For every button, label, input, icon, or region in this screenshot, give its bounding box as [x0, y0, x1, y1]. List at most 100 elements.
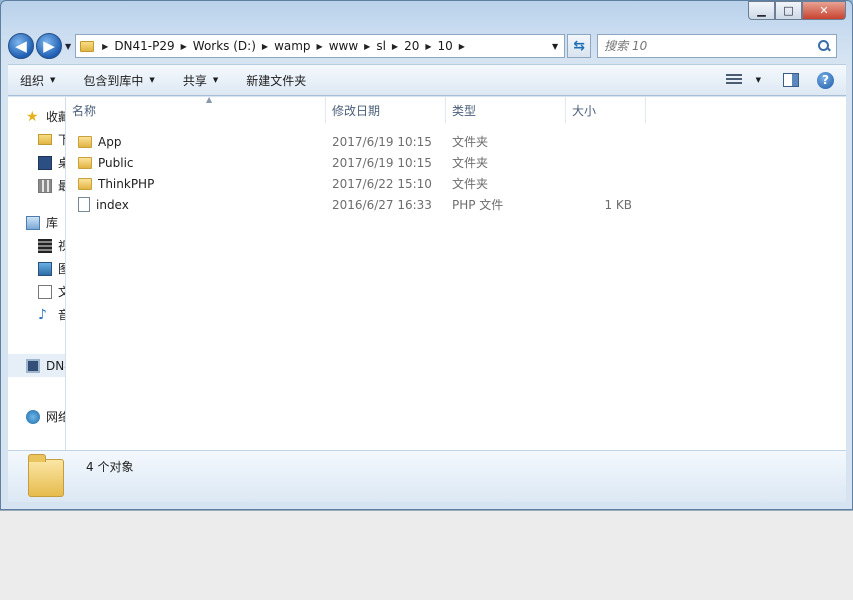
breadcrumb-sl[interactable]: sl [376, 39, 386, 53]
sidebar-item-label: 音乐 [58, 306, 65, 323]
command-toolbar: 组织 ▼ 包含到库中 ▼ 共享 ▼ 新建文件夹 ▼ ? [8, 64, 846, 96]
object-count: 4 个对象 [86, 460, 134, 474]
new-folder-label: 新建文件夹 [246, 73, 307, 88]
sidebar-item-label: 桌面 [58, 154, 65, 171]
file-row[interactable]: index 2016/6/27 16:33 PHP 文件 1 KB [66, 194, 846, 215]
document-icon [38, 284, 52, 299]
chevron-right-icon[interactable]: ▶ [392, 42, 398, 51]
column-headers: ▲ 名称 修改日期 类型 大小 [66, 95, 846, 123]
desktop-icon [38, 155, 52, 170]
sidebar-item-recent-places[interactable]: 最近访问的位置 [8, 174, 65, 197]
sidebar-item-music[interactable]: ♪ 音乐 [8, 303, 65, 326]
file-row[interactable]: App 2017/6/19 10:15 文件夹 [66, 131, 846, 152]
network-icon [26, 409, 40, 424]
search-box[interactable] [597, 34, 838, 58]
organize-label: 组织 [20, 73, 45, 88]
sidebar-item-favorites[interactable]: ★ 收藏夹 [8, 105, 65, 128]
share-menu[interactable]: 共享 ▼ [183, 72, 218, 89]
folder-icon [78, 177, 92, 190]
organize-menu[interactable]: 组织 ▼ [20, 72, 55, 89]
recent-pages-dropdown-icon[interactable]: ▼ [65, 42, 71, 51]
computer-icon [26, 358, 40, 373]
breadcrumb-computer[interactable]: DN41-P29 [114, 39, 174, 53]
sidebar-item-label: 视频 [58, 237, 65, 254]
sidebar-item-videos[interactable]: 视频 [8, 234, 65, 257]
folder-icon [78, 156, 92, 169]
column-header-date[interactable]: 修改日期 [326, 97, 446, 123]
sidebar-item-label: 收藏夹 [46, 110, 65, 124]
column-header-type[interactable]: 类型 [446, 97, 566, 123]
file-type: PHP 文件 [452, 198, 504, 212]
folder-icon [78, 135, 92, 148]
search-icon[interactable] [818, 40, 830, 52]
view-dropdown-icon[interactable]: ▼ [756, 76, 761, 84]
sidebar-item-computer[interactable]: DN41-P29 [8, 354, 65, 377]
sidebar-item-downloads[interactable]: 下载 [8, 128, 65, 151]
column-header-size[interactable]: 大小 [566, 97, 646, 123]
help-icon[interactable]: ? [817, 71, 834, 89]
navigation-bar: ◀ ▶ ▼ ▶ DN41-P29 ▶ Works (D:) ▶ wamp ▶ w… [8, 31, 846, 61]
maximize-button[interactable]: □ [775, 1, 802, 20]
file-name: App [98, 134, 122, 149]
sidebar-item-desktop[interactable]: 桌面 [8, 151, 65, 174]
sidebar-item-label: 网络 [46, 410, 65, 424]
chevron-right-icon[interactable]: ▶ [425, 42, 431, 51]
chevron-right-icon[interactable]: ▶ [459, 42, 465, 51]
file-type: 文件夹 [452, 135, 489, 149]
details-pane: 4 个对象 [8, 450, 846, 502]
star-icon: ★ [26, 108, 39, 125]
file-row[interactable]: ThinkPHP 2017/6/22 15:10 文件夹 [66, 173, 846, 194]
forward-button[interactable]: ▶ [36, 33, 62, 59]
breadcrumb-20[interactable]: 20 [404, 39, 419, 53]
search-input[interactable] [604, 39, 819, 53]
sidebar-item-label: 最近访问的位置 [58, 177, 65, 194]
file-size: 1 KB [604, 197, 632, 212]
sidebar-item-label: 文档 [58, 283, 65, 300]
back-button[interactable]: ◀ [8, 33, 34, 59]
sidebar-item-libraries[interactable]: 库 [8, 211, 65, 234]
navigation-pane: ★ 收藏夹 下载 桌面 最近访问的位置 库 视频 图片 [8, 97, 66, 450]
file-name: ThinkPHP [98, 176, 155, 191]
column-header-name[interactable]: 名称 [66, 97, 326, 123]
minimize-button[interactable]: ▁ [748, 1, 775, 20]
sidebar-item-network[interactable]: 网络 [8, 405, 65, 428]
refresh-icon: ⇆ [573, 38, 586, 54]
new-folder-button[interactable]: 新建文件夹 [246, 72, 306, 89]
file-rows: App 2017/6/19 10:15 文件夹 Public 2017/6/19… [66, 123, 846, 215]
video-icon [38, 238, 52, 253]
file-name: index [96, 197, 129, 212]
file-row[interactable]: Public 2017/6/19 10:15 文件夹 [66, 152, 846, 173]
view-options-icon[interactable] [725, 74, 742, 86]
content-area: ★ 收藏夹 下载 桌面 最近访问的位置 库 视频 图片 [8, 95, 846, 450]
chevron-right-icon[interactable]: ▶ [181, 42, 187, 51]
caption-buttons: ▁ □ ✕ [748, 1, 846, 21]
chevron-right-icon[interactable]: ▶ [262, 42, 268, 51]
refresh-button[interactable]: ⇆ [567, 34, 592, 58]
address-bar[interactable]: ▶ DN41-P29 ▶ Works (D:) ▶ wamp ▶ www ▶ s… [75, 34, 566, 58]
address-dropdown-icon[interactable]: ▼ [552, 42, 558, 51]
chevron-right-icon[interactable]: ▶ [102, 42, 108, 51]
sidebar-item-pictures[interactable]: 图片 [8, 257, 65, 280]
picture-icon [38, 261, 52, 276]
include-in-library-label: 包含到库中 [83, 73, 144, 88]
breadcrumb-wamp[interactable]: wamp [274, 39, 310, 53]
include-in-library-menu[interactable]: 包含到库中 ▼ [83, 72, 154, 89]
file-type: 文件夹 [452, 177, 489, 191]
share-label: 共享 [182, 73, 207, 88]
close-button[interactable]: ✕ [802, 1, 846, 20]
file-type: 文件夹 [452, 156, 489, 170]
background-area [0, 510, 853, 600]
breadcrumb-www[interactable]: www [329, 39, 358, 53]
caret-down-icon: ▼ [149, 76, 155, 84]
preview-pane-icon[interactable] [783, 73, 799, 87]
breadcrumb-drive[interactable]: Works (D:) [193, 39, 256, 53]
file-list: ▲ 名称 修改日期 类型 大小 App 2017/6/19 10:15 文件夹 … [66, 95, 846, 450]
folder-icon [28, 454, 64, 497]
breadcrumb-10[interactable]: 10 [438, 39, 453, 53]
chevron-right-icon[interactable]: ▶ [364, 42, 370, 51]
sort-ascending-icon: ▲ [206, 95, 213, 104]
sidebar-item-documents[interactable]: 文档 [8, 280, 65, 303]
chevron-right-icon[interactable]: ▶ [317, 42, 323, 51]
caret-down-icon: ▼ [50, 76, 56, 84]
file-date: 2017/6/19 10:15 [332, 134, 432, 149]
